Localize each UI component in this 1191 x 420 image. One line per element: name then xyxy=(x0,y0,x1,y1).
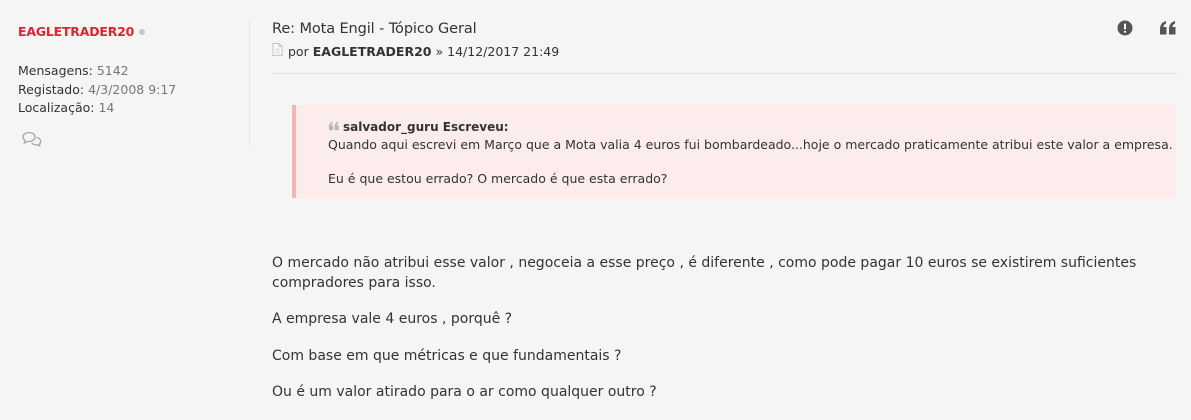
post-meta-separator: » xyxy=(435,43,444,59)
post-meta: por EAGLETRADER20 » 14/12/2017 21:49 xyxy=(272,43,559,59)
document-icon[interactable] xyxy=(272,43,283,59)
post-title-link[interactable]: Re: Mota Engil - Tópico Geral xyxy=(272,21,477,37)
post-paragraph: Ou é um valor atirado para o ar como qua… xyxy=(272,384,657,400)
chat-bubbles-icon[interactable] xyxy=(22,131,42,151)
profile-divider xyxy=(249,20,250,145)
post-profile: EAGLETRADER20 Mensagens: 5142 Registado:… xyxy=(0,0,250,408)
report-icon[interactable] xyxy=(1117,20,1133,40)
profile-registered: Registado: 4/3/2008 9:17 xyxy=(18,81,176,100)
username-row: EAGLETRADER20 xyxy=(18,24,146,39)
quote-text-line: Eu é que estou errado? O mercado é que e… xyxy=(328,171,668,186)
registered-label: Registado: xyxy=(18,81,85,97)
quote-citation: salvador_guru Escreveu: xyxy=(328,119,1176,136)
post-paragraph: O mercado não atribui esse valor , negoc… xyxy=(272,255,1137,291)
post-meta-prefix: por xyxy=(288,43,309,59)
location-value: 14 xyxy=(98,100,115,115)
profile-details: Mensagens: 5142 Registado: 4/3/2008 9:17… xyxy=(18,62,176,118)
post-datetime: 14/12/2017 21:49 xyxy=(447,43,560,59)
post-paragraph: Com base em que métricas e que fundament… xyxy=(272,347,622,364)
post-actions xyxy=(1117,20,1177,40)
location-label: Localização: xyxy=(18,100,95,115)
online-status-dot xyxy=(139,29,146,35)
posts-value: 5142 xyxy=(96,63,129,78)
quoted-post: salvador_guru Escreveu: Quando aqui escr… xyxy=(292,105,1176,198)
post-paragraph: A empresa vale 4 euros , porquê ? xyxy=(272,311,513,327)
post-author-link[interactable]: EAGLETRADER20 xyxy=(313,44,432,59)
post-header-divider xyxy=(272,73,1177,74)
profile-location: Localização: 14 xyxy=(18,99,176,118)
profile-username-link[interactable]: EAGLETRADER20 xyxy=(18,24,134,39)
quote-author: salvador_guru Escreveu: xyxy=(343,120,509,134)
post-body: O mercado não atribui esse valor , negoc… xyxy=(272,254,1177,420)
quote-icon[interactable] xyxy=(1159,20,1177,40)
posts-label: Mensagens: xyxy=(18,63,93,78)
registered-value: 4/3/2008 9:17 xyxy=(88,81,177,97)
quote-text-line: Quando aqui escrevi em Março que a Mota … xyxy=(328,137,1173,152)
quote-marks-icon xyxy=(328,119,340,136)
profile-posts-count: Mensagens: 5142 xyxy=(18,62,176,81)
